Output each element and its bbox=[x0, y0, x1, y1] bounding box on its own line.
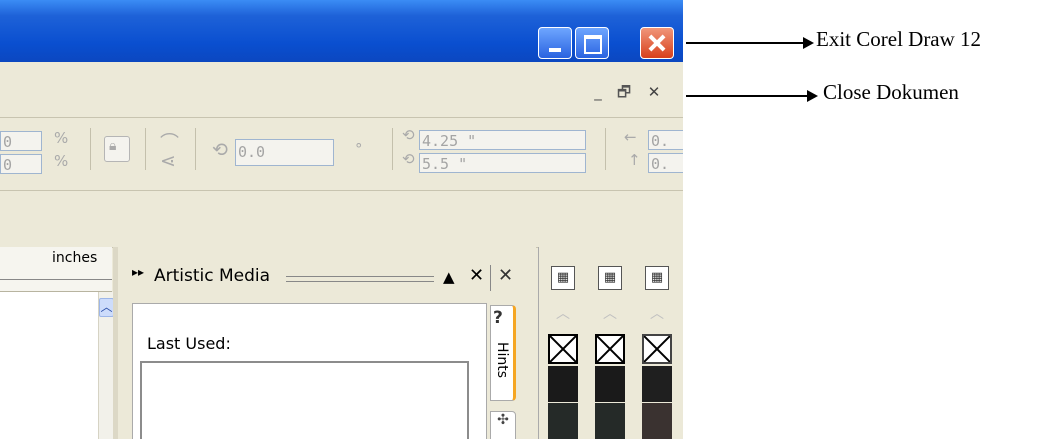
drawing-canvas[interactable] bbox=[0, 292, 112, 439]
color-swatch-black[interactable] bbox=[548, 366, 578, 402]
lock-icon: 🔒︎ bbox=[109, 138, 117, 154]
palette-column: ▦ ︿ bbox=[639, 259, 675, 439]
artistic-media-docker: ▸▸ Artistic Media ▲ ✕ ✕ Last Used: ? Hin… bbox=[118, 247, 536, 439]
palette-scroll-up-icon[interactable]: ︿ bbox=[643, 303, 671, 323]
offset-x-icon: ← bbox=[624, 128, 637, 146]
docker-expand-button[interactable]: ▸▸ bbox=[132, 265, 144, 279]
offset-x-field[interactable]: 0. bbox=[648, 130, 683, 150]
toolbar-separator bbox=[195, 128, 196, 170]
title-bar[interactable] bbox=[0, 0, 683, 62]
window-close-button[interactable] bbox=[640, 27, 674, 59]
annotation-close-dokumen: Close Dokumen bbox=[823, 80, 959, 104]
docker-close-button[interactable]: ✕ bbox=[469, 265, 484, 286]
tab-hints[interactable]: ? Hints bbox=[490, 305, 516, 401]
docker-collapse-button[interactable]: ▲ bbox=[443, 268, 455, 286]
toolbar-separator bbox=[90, 128, 91, 170]
scale-height-field[interactable]: 0 bbox=[0, 154, 42, 174]
docker-tabs: ? Hints ✣ bbox=[490, 303, 518, 439]
vertical-scrollbar[interactable]: ︿ bbox=[98, 292, 114, 439]
docker-title: Artistic Media bbox=[154, 266, 271, 286]
annotation-arrow bbox=[686, 37, 814, 49]
window-minimize-button[interactable] bbox=[538, 27, 572, 59]
document-close-button[interactable]: ✕ bbox=[644, 82, 664, 102]
toolbar-separator bbox=[145, 128, 146, 170]
offset-y-icon: ↑ bbox=[628, 151, 641, 169]
help-cursor-icon: ? bbox=[493, 308, 503, 328]
ruler-unit-label: inches bbox=[52, 250, 98, 266]
palette-column: ▦ ︿ bbox=[592, 259, 628, 439]
ruler-baseline bbox=[0, 279, 112, 280]
color-swatch-dark-gray[interactable] bbox=[595, 403, 625, 439]
tab-hints-label: Hints bbox=[494, 342, 510, 379]
offset-y-field[interactable]: 0. bbox=[648, 153, 683, 173]
last-used-label: Last Used: bbox=[147, 334, 231, 353]
palette-menu-icon[interactable]: ▦ bbox=[551, 266, 575, 290]
window-maximize-button[interactable] bbox=[575, 27, 609, 59]
docker-header-separator bbox=[490, 265, 491, 291]
palette-scroll-up-icon[interactable]: ︿ bbox=[549, 303, 577, 323]
last-used-list[interactable] bbox=[140, 361, 469, 439]
palette-menu-icon[interactable]: ▦ bbox=[598, 266, 622, 290]
no-color-swatch[interactable] bbox=[548, 334, 578, 364]
scroll-up-button[interactable]: ︿ bbox=[99, 298, 114, 317]
rotation-angle-field[interactable]: 0.0 bbox=[235, 139, 334, 166]
percent-label: % bbox=[54, 152, 69, 170]
toolbar-separator bbox=[605, 128, 606, 170]
center-x-icon: ⟲ bbox=[402, 126, 415, 144]
toolbar-separator bbox=[392, 128, 393, 170]
docker-grip[interactable] bbox=[286, 276, 434, 282]
document-minimize-button[interactable]: _ bbox=[588, 82, 608, 102]
color-swatch-dark-gray[interactable] bbox=[548, 403, 578, 439]
mirror-vertical-icon[interactable]: ⋖ bbox=[160, 150, 176, 172]
color-swatch-dark-gray[interactable] bbox=[642, 403, 672, 439]
tab-artistic-media[interactable]: ✣ bbox=[490, 411, 516, 439]
palette-menu-icon[interactable]: ▦ bbox=[645, 266, 669, 290]
no-color-swatch[interactable] bbox=[595, 334, 625, 364]
horizontal-ruler: inches bbox=[0, 247, 112, 292]
document-restore-button[interactable]: 🗗 bbox=[614, 82, 634, 102]
docker-close-all-button[interactable]: ✕ bbox=[498, 265, 513, 286]
annotation-exit-corel-draw: Exit Corel Draw 12 bbox=[816, 27, 982, 51]
color-swatch-black[interactable] bbox=[642, 366, 672, 402]
corel-draw-window: _ 🗗 ✕ 0 0 % % 🔒︎ ⌒ ⋖ ⟲ 0.0 ° ⟲ ⟲ 4.25 " … bbox=[0, 0, 683, 439]
lock-ratio-button[interactable]: 🔒︎ bbox=[104, 136, 130, 162]
artistic-media-panel: Last Used: bbox=[132, 303, 487, 439]
scale-width-field[interactable]: 0 bbox=[0, 131, 42, 151]
chevron-up-icon: ︿ bbox=[100, 300, 113, 314]
rotation-center-y-field[interactable]: 5.5 " bbox=[419, 153, 586, 173]
palette-column: ▦ ︿ bbox=[545, 259, 581, 439]
menu-bar bbox=[0, 62, 683, 118]
rotate-icon: ⟲ bbox=[212, 139, 228, 161]
color-swatch-black[interactable] bbox=[595, 366, 625, 402]
toolbox-strip bbox=[0, 191, 683, 248]
degree-label: ° bbox=[355, 140, 363, 158]
annotation-arrow bbox=[686, 90, 818, 102]
palette-scroll-up-icon[interactable]: ︿ bbox=[596, 303, 624, 323]
rotation-center-x-field[interactable]: 4.25 " bbox=[419, 130, 586, 150]
center-y-icon: ⟲ bbox=[402, 150, 415, 168]
percent-label: % bbox=[54, 129, 69, 147]
artistic-media-icon: ✣ bbox=[497, 412, 509, 428]
no-color-swatch[interactable] bbox=[642, 334, 672, 364]
color-palettes: ▦ ︿ ▦ ︿ ▦ ︿ bbox=[538, 247, 683, 439]
